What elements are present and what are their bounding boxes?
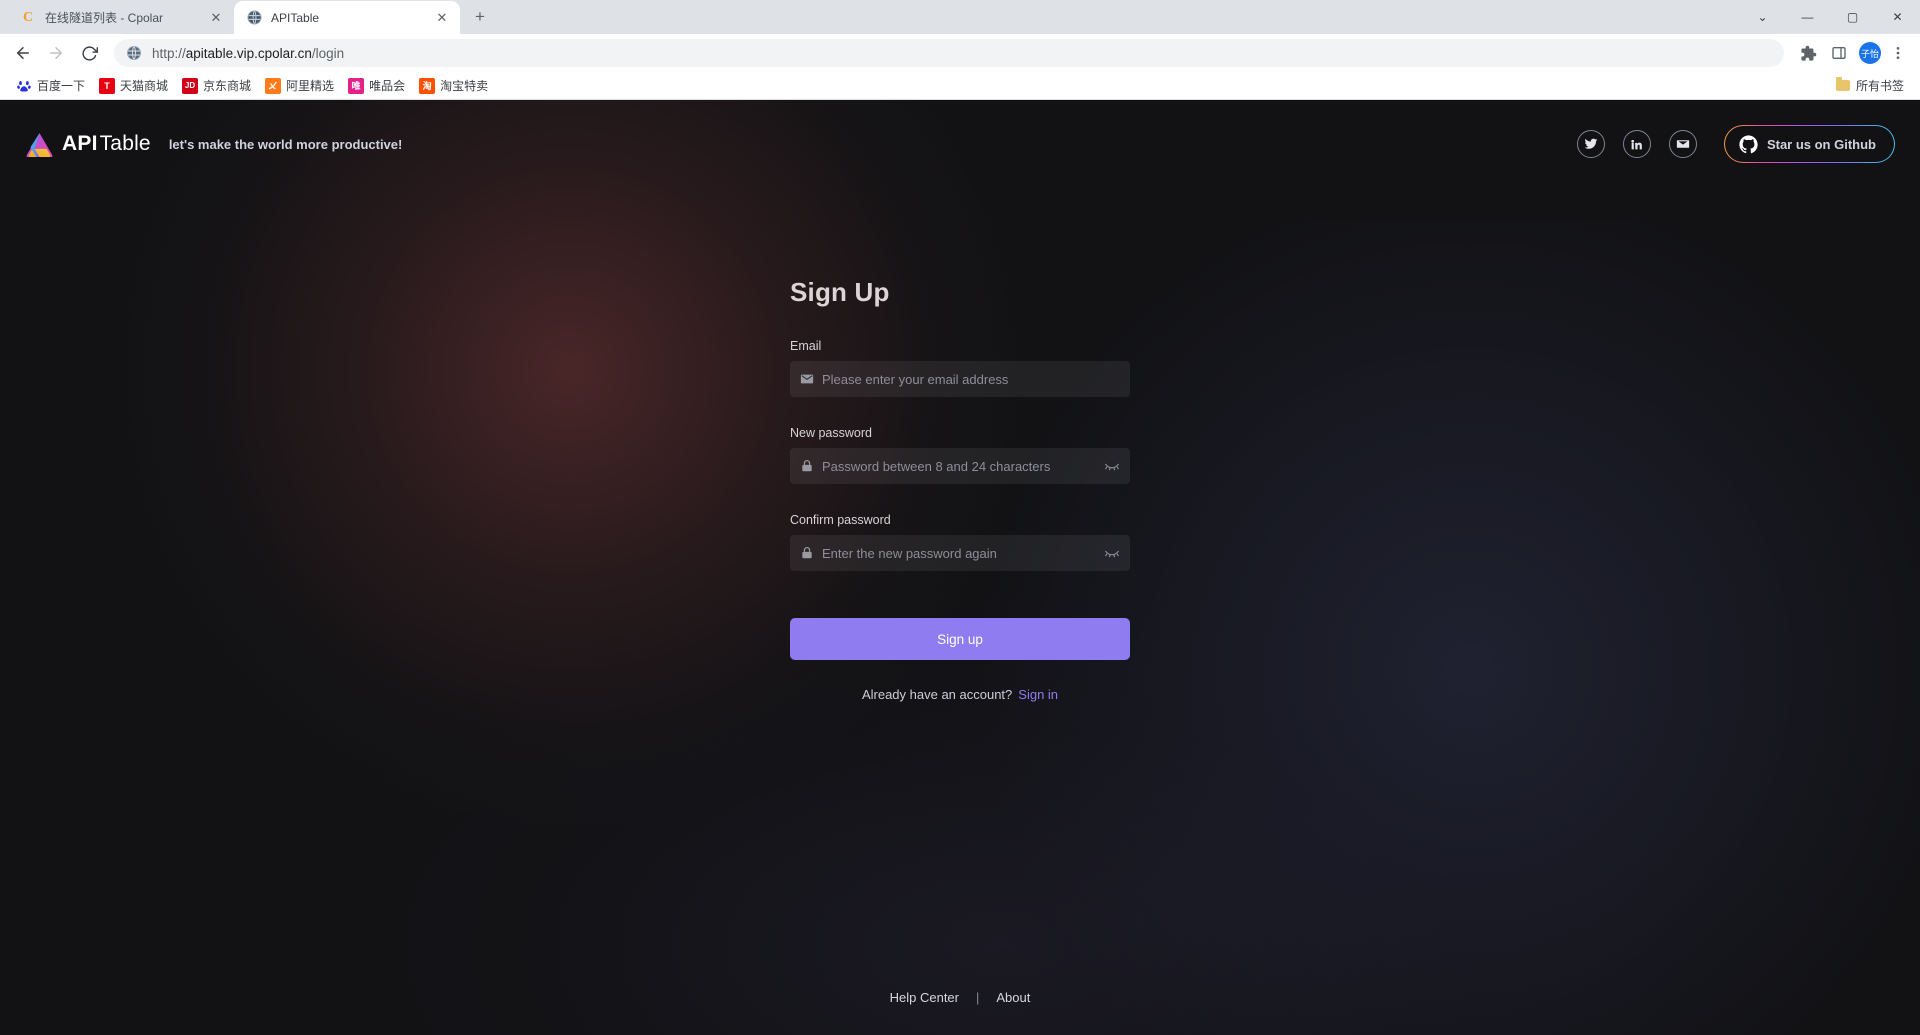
header-actions: Star us on Github [1559,124,1896,164]
forward-icon[interactable] [41,38,71,68]
apitable-logo-icon [26,132,53,157]
globe-icon [126,45,142,61]
new-password-placeholder: Password between 8 and 24 characters [822,458,1051,474]
tab-close-icon[interactable]: ✕ [434,10,450,26]
browser-toolbar: http://apitable.vip.cpolar.cn/login 子怡 [0,34,1920,72]
close-window-button[interactable]: ✕ [1875,0,1920,34]
eye-off-icon [1105,463,1119,471]
bookmark-label: 阿里精选 [286,79,335,93]
about-link[interactable]: About [996,990,1030,1005]
tmall-icon: T [99,77,116,94]
toolbar-right-group: 子怡 [1791,39,1912,67]
new-password-label: New password [790,426,872,440]
bookmark-item[interactable]: 唯 唯品会 [342,75,411,97]
bookmark-label: 京东商城 [203,79,252,93]
email-icon[interactable] [1668,130,1697,158]
bookmarks-bar: 百度一下 T 天猫商城 JD 京东商城 阿里精选 唯 唯品会 淘 淘宝特卖 所有… [0,72,1920,100]
profile-avatar[interactable]: 子怡 [1859,42,1881,64]
bookmark-label: 天猫商城 [120,79,169,93]
page-title: Sign Up [790,277,890,307]
side-panel-icon[interactable] [1825,39,1853,67]
confirm-password-placeholder: Enter the new password again [822,545,997,561]
email-label: Email [790,339,822,353]
reload-icon[interactable] [74,38,104,68]
signup-main: Sign Up Email Please enter your email ad… [0,188,1920,702]
github-icon [1739,134,1758,153]
already-have-account-text: Already have an account? [861,687,1013,702]
browser-tab-apitable[interactable]: APITable ✕ [234,1,460,34]
bookmark-label: 百度一下 [37,79,86,93]
github-button-label: Star us on Github [1766,136,1876,152]
tab-title: APITable [271,10,320,25]
url-text: http://apitable.vip.cpolar.cn/login [152,45,345,61]
bookmark-label: 唯品会 [369,79,406,93]
new-password-input[interactable]: Password between 8 and 24 characters [790,448,1130,484]
minimize-button[interactable]: — [1785,0,1830,34]
sign-up-button[interactable]: Sign up [790,618,1130,660]
vip-icon: 唯 [348,77,365,94]
email-field-group: Email Please enter your email address [790,339,1130,397]
baidu-paw-icon [16,77,32,94]
new-password-field-group: New password Password between 8 and 24 c… [790,426,1130,484]
email-input[interactable]: Please enter your email address [790,361,1130,397]
window-controls: ⌄ — ▢ ✕ [1740,0,1920,34]
bookmark-item[interactable]: JD 京东商城 [176,75,257,97]
new-tab-button[interactable]: + [466,3,494,31]
address-bar[interactable]: http://apitable.vip.cpolar.cn/login [114,39,1784,67]
apitable-logo[interactable]: API Table [26,132,151,157]
alibaba-icon [265,77,282,94]
help-center-link[interactable]: Help Center [890,990,959,1005]
extensions-puzzle-icon[interactable] [1794,39,1822,67]
tab-strip: C 在线隧道列表 - Cpolar ✕ APITable ✕ + ⌄ — ▢ ✕ [0,0,1920,34]
jd-icon: JD [182,77,199,94]
email-placeholder: Please enter your email address [822,371,1009,387]
envelope-icon [800,374,814,384]
bookmark-item[interactable]: 阿里精选 [259,75,340,97]
already-have-account-row: Already have an account? Sign in [790,687,1130,702]
lock-icon [802,460,812,472]
bookmark-item[interactable]: T 天猫商城 [93,75,174,97]
eye-off-icon [1105,550,1119,558]
confirm-password-input[interactable]: Enter the new password again [790,535,1130,571]
chevron-down-icon[interactable]: ⌄ [1740,0,1785,34]
cpolar-letter-icon: C [22,9,34,25]
maximize-button[interactable]: ▢ [1830,0,1875,34]
confirm-password-label: Confirm password [790,513,891,527]
all-bookmarks-button[interactable]: 所有书签 [1830,75,1910,97]
twitter-icon[interactable] [1576,130,1605,158]
back-icon[interactable] [8,38,38,68]
apitable-logo-text: API Table [62,132,151,155]
footer-separator: | [976,990,980,1005]
tab-close-icon[interactable]: ✕ [208,10,224,26]
confirm-password-field-group: Confirm password Enter the new password … [790,513,1130,571]
bookmark-item[interactable]: 百度一下 [10,75,91,97]
site-header: API Table let's make the world more produ… [0,100,1920,188]
bookmark-item[interactable]: 淘 淘宝特卖 [413,75,494,97]
site-tagline: let's make the world more productive! [168,136,403,152]
linkedin-icon[interactable] [1622,130,1651,158]
site-footer: Help Center | About [0,960,1920,1035]
all-bookmarks-label: 所有书签 [1855,79,1904,93]
sign-in-link[interactable]: Sign in [1018,687,1058,702]
tab-title: 在线隧道列表 - Cpolar [45,11,164,25]
star-on-github-button[interactable]: Star us on Github [1723,124,1896,164]
page-content: API Table let's make the world more produ… [0,100,1920,1035]
more-vertical-icon[interactable] [1884,39,1912,67]
browser-tab-cpolar[interactable]: C 在线隧道列表 - Cpolar ✕ [8,1,234,34]
globe-icon [246,10,262,26]
taobao-icon: 淘 [419,77,436,94]
folder-icon [1835,77,1850,91]
lock-icon [802,547,812,559]
signup-form: Sign Up Email Please enter your email ad… [790,277,1130,702]
bookmark-label: 淘宝特卖 [440,79,489,93]
browser-window: C 在线隧道列表 - Cpolar ✕ APITable ✕ + ⌄ — ▢ ✕ [0,0,1920,1035]
